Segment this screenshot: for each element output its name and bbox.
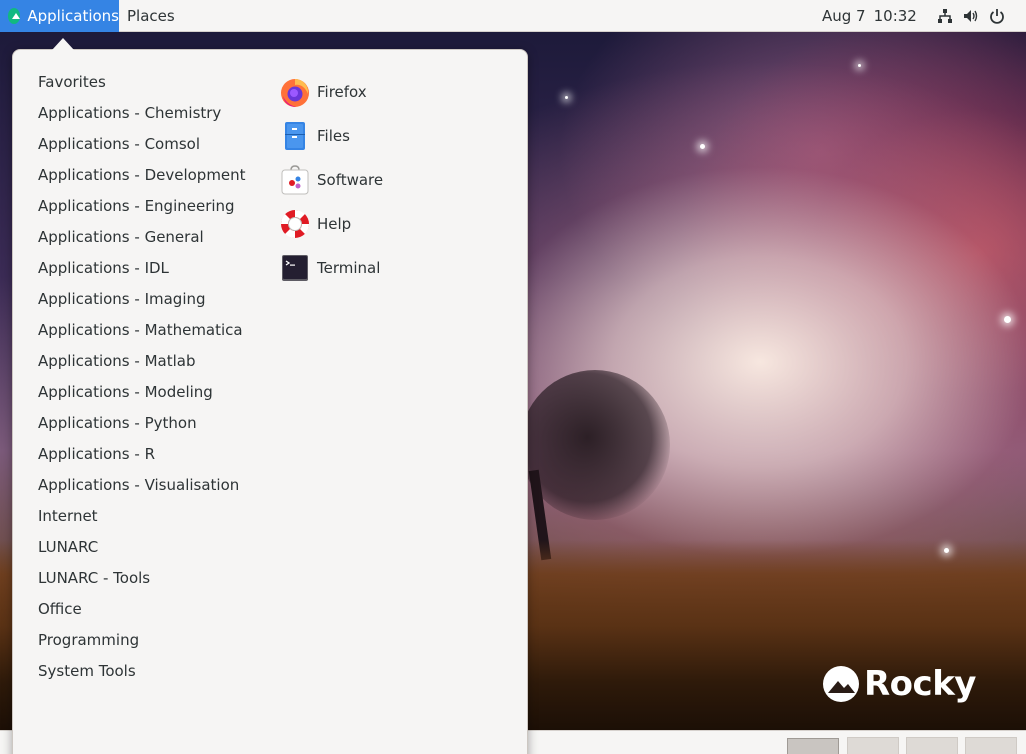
category-development[interactable]: Applications - Development bbox=[38, 160, 246, 191]
rocky-logo: Rocky bbox=[822, 664, 976, 704]
category-system-tools[interactable]: System Tools bbox=[38, 656, 246, 687]
software-icon bbox=[281, 165, 309, 195]
desktop: Rocky Applications Places Aug 7 10:32 Fa… bbox=[0, 0, 1026, 754]
places-menu-button[interactable]: Places bbox=[127, 0, 175, 32]
workspace-4[interactable] bbox=[965, 737, 1017, 754]
applications-label: Applications bbox=[27, 7, 119, 25]
app-software[interactable]: Software bbox=[279, 158, 383, 202]
category-internet[interactable]: Internet bbox=[38, 501, 246, 532]
power-icon[interactable] bbox=[989, 8, 1005, 24]
category-general[interactable]: Applications - General bbox=[38, 222, 246, 253]
wallpaper-star bbox=[700, 144, 705, 149]
app-files-label: Files bbox=[317, 127, 350, 145]
menu-pointer bbox=[52, 38, 74, 50]
workspace-3[interactable] bbox=[906, 737, 958, 754]
app-files[interactable]: Files bbox=[279, 114, 383, 158]
category-matlab[interactable]: Applications - Matlab bbox=[38, 346, 246, 377]
category-idl[interactable]: Applications - IDL bbox=[38, 253, 246, 284]
category-favorites[interactable]: Favorites bbox=[38, 67, 246, 98]
rocky-logo-icon bbox=[8, 8, 21, 24]
network-icon[interactable] bbox=[937, 8, 953, 24]
category-lunarc-tools[interactable]: LUNARC - Tools bbox=[38, 563, 246, 594]
wallpaper-star bbox=[565, 96, 568, 99]
category-chemistry[interactable]: Applications - Chemistry bbox=[38, 98, 246, 129]
app-software-label: Software bbox=[317, 171, 384, 189]
category-lunarc[interactable]: LUNARC bbox=[38, 532, 246, 563]
category-imaging[interactable]: Applications - Imaging bbox=[38, 284, 246, 315]
wallpaper-star bbox=[858, 64, 861, 67]
clock-time: 10:32 bbox=[873, 7, 917, 25]
wallpaper-star bbox=[1004, 316, 1011, 323]
category-list: Favorites Applications - Chemistry Appli… bbox=[38, 67, 246, 687]
firefox-icon bbox=[281, 79, 309, 107]
category-comsol[interactable]: Applications - Comsol bbox=[38, 129, 246, 160]
app-terminal-label: Terminal bbox=[317, 259, 381, 277]
workspace-1[interactable] bbox=[787, 738, 839, 754]
rocky-mark-icon bbox=[823, 666, 859, 702]
top-panel: Applications Places Aug 7 10:32 bbox=[0, 0, 1026, 32]
system-tray[interactable] bbox=[937, 8, 1005, 24]
app-help-label: Help bbox=[317, 215, 352, 233]
category-engineering[interactable]: Applications - Engineering bbox=[38, 191, 246, 222]
app-firefox-label: Firefox bbox=[317, 83, 367, 101]
terminal-icon bbox=[282, 255, 308, 281]
volume-icon[interactable] bbox=[963, 8, 979, 24]
category-visualisation[interactable]: Applications - Visualisation bbox=[38, 470, 246, 501]
category-programming[interactable]: Programming bbox=[38, 625, 246, 656]
help-icon bbox=[280, 209, 310, 239]
applications-menu-button[interactable]: Applications bbox=[0, 0, 119, 32]
rocky-logo-text: Rocky bbox=[864, 664, 976, 704]
clock-button[interactable]: Aug 7 10:32 bbox=[822, 0, 917, 32]
category-mathematica[interactable]: Applications - Mathematica bbox=[38, 315, 246, 346]
app-help[interactable]: Help bbox=[279, 202, 383, 246]
category-python[interactable]: Applications - Python bbox=[38, 408, 246, 439]
app-firefox[interactable]: Firefox bbox=[279, 70, 383, 114]
wallpaper-star bbox=[944, 548, 949, 553]
app-terminal[interactable]: Terminal bbox=[279, 246, 383, 290]
app-list: Firefox Files Software Help Terminal bbox=[279, 70, 383, 290]
files-icon bbox=[285, 122, 305, 150]
category-modeling[interactable]: Applications - Modeling bbox=[38, 377, 246, 408]
workspace-2[interactable] bbox=[847, 737, 899, 754]
clock-date: Aug 7 bbox=[822, 7, 866, 25]
category-r[interactable]: Applications - R bbox=[38, 439, 246, 470]
applications-menu: Favorites Applications - Chemistry Appli… bbox=[12, 49, 528, 754]
category-office[interactable]: Office bbox=[38, 594, 246, 625]
